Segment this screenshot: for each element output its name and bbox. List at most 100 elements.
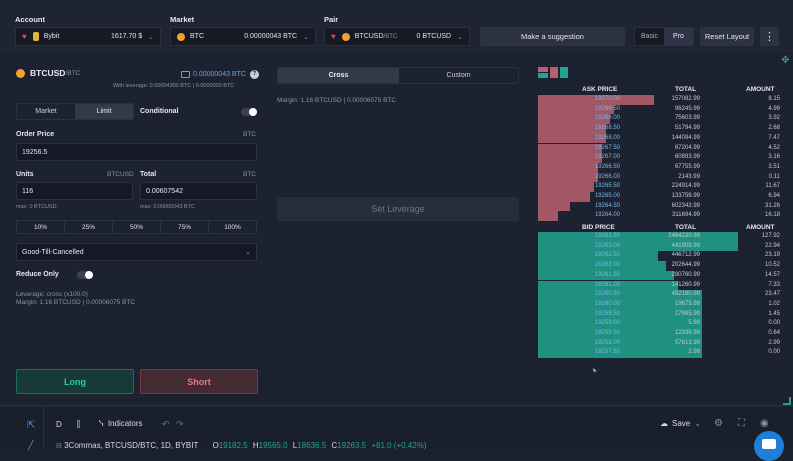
book-view-icon[interactable] [538, 67, 570, 79]
tab-limit[interactable]: Limit [75, 104, 133, 119]
with-leverage-text: With leverage: 0.00004300 BTC | 0.000000… [113, 83, 235, 89]
heart-icon[interactable]: ♥ [331, 32, 336, 41]
btc-icon [177, 32, 185, 41]
bid-amount: 2.99 [768, 339, 780, 346]
tab-custom[interactable]: Custom [399, 68, 518, 83]
tab-cross[interactable]: Cross [278, 68, 399, 83]
bid-total: 2.99 [688, 349, 700, 356]
reduce-only-toggle[interactable] [77, 271, 93, 279]
percent-25-button[interactable]: 25% [64, 220, 113, 234]
make-suggestion-button[interactable]: Make a suggestion [480, 27, 625, 46]
ask-amount: 8.15 [768, 96, 780, 102]
ask-row[interactable]: 19269.50 96245.99 4.99 [538, 104, 780, 115]
account-name: Bybit [43, 33, 60, 40]
tab-conditional[interactable]: Conditional [140, 108, 179, 115]
save-button[interactable]: ☁ Save ⌄ [660, 419, 701, 428]
bid-row[interactable]: 19262.00 202644.99 10.52 [538, 261, 780, 271]
tab-market[interactable]: Market [17, 104, 75, 119]
bid-amount: 0.64 [768, 330, 780, 336]
set-leverage-button[interactable]: Set Leverage [277, 197, 519, 221]
fullscreen-icon[interactable]: ⛶ [738, 418, 745, 429]
mode-switch: Basic Pro [634, 27, 694, 46]
pair-select[interactable]: ♥ BTCUSD /BTC 0 BTCUSD ⌄ [324, 27, 470, 46]
bid-row[interactable]: 19263.50 2464230.99 127.92 [538, 232, 780, 242]
chart-left-toolbar [0, 405, 44, 450]
more-menu-icon[interactable]: ⋮ [760, 27, 779, 46]
ask-row[interactable]: 19264.00 311694.99 16.18 [538, 211, 780, 222]
units-input[interactable]: 116 [16, 182, 133, 200]
ask-row[interactable]: 19264.50 602343.99 31.26 [538, 201, 780, 212]
bid-row[interactable]: 19258.50 12336.99 0.64 [538, 329, 780, 339]
heart-icon[interactable]: ♥ [22, 32, 27, 41]
account-select[interactable]: ♥ Bybit 1617.70 $ ⌄ [15, 27, 161, 46]
bid-row[interactable]: 19263.00 441909.99 22.94 [538, 241, 780, 252]
ask-total: 144094.99 [671, 134, 700, 141]
bid-row[interactable]: 19261.00 141260.99 7.33 [538, 280, 780, 291]
order-price-input[interactable]: 19256.5 [16, 143, 257, 161]
resize-icon[interactable] [783, 397, 791, 405]
line-tool-icon[interactable]: ╱ [28, 440, 33, 451]
camera-icon[interactable]: ◉ [760, 418, 769, 429]
percent-50-button[interactable]: 50% [112, 220, 161, 234]
bid-row[interactable]: 19257.50 2.99 0.00 [538, 348, 780, 359]
market-label: Market [170, 15, 195, 24]
total-label: Total [140, 171, 157, 178]
short-button[interactable]: Short [140, 369, 258, 394]
ask-amount: 3.51 [768, 163, 780, 170]
ask-row[interactable]: 19266.00 2143.99 0.11 [538, 172, 780, 183]
account-label: Account [15, 15, 45, 24]
bid-row[interactable]: 19258.00 57613.99 2.99 [538, 338, 780, 349]
ask-row[interactable]: 19269.00 75603.99 3.92 [538, 114, 780, 125]
bid-total: 452180.99 [671, 291, 700, 298]
leverage-line: Leverage: cross (x100.0) [16, 291, 88, 298]
bid-row[interactable]: 19260.00 19675.99 1.02 [538, 299, 780, 310]
bid-price: 19258.50 [594, 330, 620, 336]
bid-amount: 10.52 [764, 262, 780, 269]
bid-row[interactable]: 19259.50 27985.99 1.45 [538, 309, 780, 320]
ask-row[interactable]: 19267.00 60893.99 3.16 [538, 153, 780, 163]
bid-row[interactable]: 19260.50 452180.99 23.47 [538, 290, 780, 300]
ask-row[interactable]: 19265.00 133759.99 6.94 [538, 192, 780, 202]
units-label: Units [16, 171, 34, 178]
interval-button[interactable]: D [56, 420, 62, 429]
order-price-label: Order Price [16, 131, 55, 138]
percent-100-button[interactable]: 100% [208, 220, 257, 234]
bid-row[interactable]: 19262.50 446712.99 23.19 [538, 251, 780, 262]
market-select[interactable]: BTC 0.00000043 BTC ⌄ [170, 27, 316, 46]
bid-price: 19259.00 [594, 320, 620, 327]
indicators-button[interactable]: ᓭ Indicators [99, 419, 143, 428]
ask-price: 19269.00 [594, 115, 620, 122]
long-button[interactable]: Long [16, 369, 134, 394]
percent-75-button[interactable]: 75% [160, 220, 209, 234]
low-value: 18636.5 [297, 441, 327, 450]
ask-price: 19264.00 [594, 212, 620, 219]
time-in-force-select[interactable]: Good-Till-Cancelled ⌄ [16, 243, 257, 261]
bid-row[interactable]: 19259.00 5.99 0.00 [538, 319, 780, 329]
collapse-icon[interactable]: ⊟ [56, 443, 62, 450]
bid-row[interactable]: 19261.50 280760.99 14.57 [538, 270, 780, 281]
ask-row[interactable]: 19266.50 67755.99 3.51 [538, 162, 780, 173]
ask-row[interactable]: 19270.00 157082.99 8.15 [538, 95, 780, 105]
candles-icon[interactable]: ⫿ [77, 419, 80, 430]
ask-row[interactable]: 19267.50 87204.99 4.52 [538, 143, 780, 154]
cursor-tool-icon[interactable]: ⇱ [27, 420, 35, 431]
ask-price: 19266.00 [594, 173, 620, 180]
pro-mode-button[interactable]: Pro [664, 28, 693, 45]
ask-row[interactable]: 19268.00 144094.99 7.47 [538, 133, 780, 144]
conditional-toggle[interactable] [241, 108, 257, 116]
redo-icon[interactable]: ↷ [176, 419, 184, 430]
percent-10-button[interactable]: 10% [16, 220, 65, 234]
chat-support-button[interactable] [754, 431, 784, 461]
reset-layout-button[interactable]: Reset Layout [700, 27, 754, 46]
gear-icon[interactable]: ⚙ [714, 418, 723, 429]
ask-row[interactable]: 19268.50 51794.99 2.68 [538, 124, 780, 134]
order-pair-name: BTCUSD [30, 68, 66, 78]
help-icon[interactable]: ? [249, 70, 259, 79]
total-input[interactable]: 0.00607542 [140, 182, 257, 200]
basic-mode-button[interactable]: Basic [635, 28, 664, 45]
move-icon[interactable]: ✥ [780, 55, 791, 66]
bid-price: 19263.50 [594, 233, 620, 239]
ask-row[interactable]: 19265.50 224914.99 11.67 [538, 182, 780, 192]
undo-icon[interactable]: ↶ [162, 419, 170, 430]
open-value: 19182.5 [218, 441, 248, 450]
